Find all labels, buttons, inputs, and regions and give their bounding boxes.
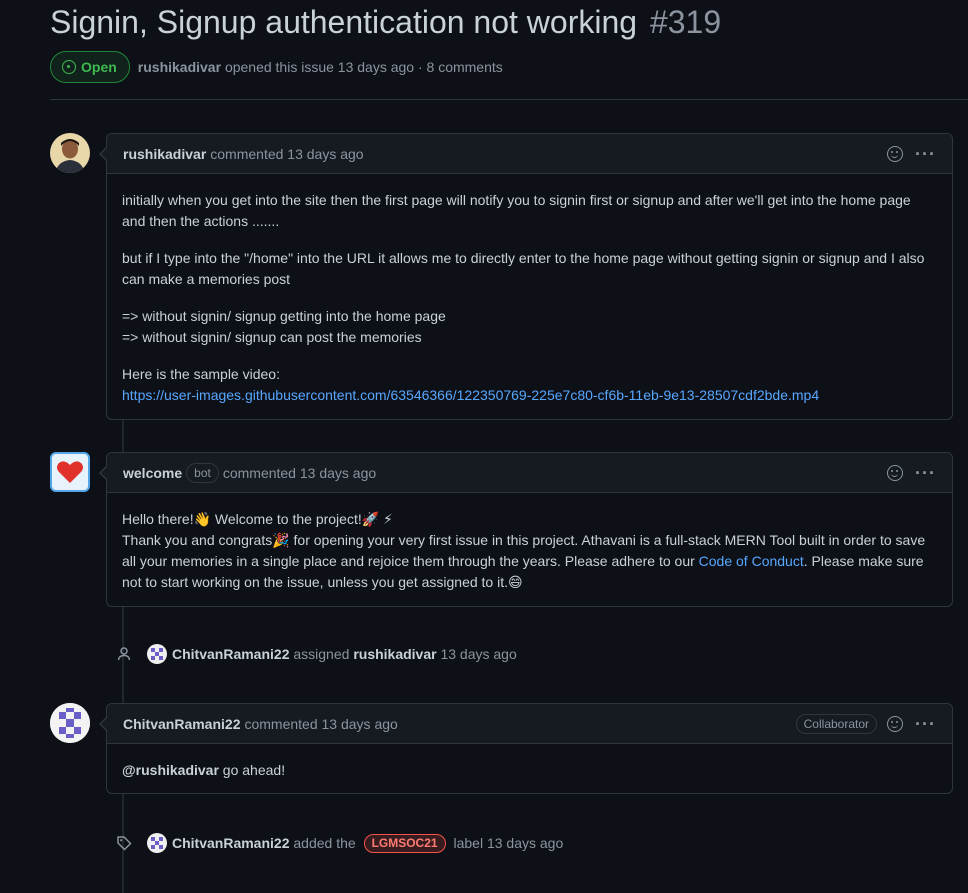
comment-line: go ahead! [218,762,286,778]
avatar-welcome-bot[interactable] [50,452,90,492]
comment-paragraph: Here is the sample video: https://user-i… [122,364,937,406]
add-reaction-icon[interactable] [887,715,904,732]
more-options-icon[interactable]: ··· [915,715,936,733]
event-actor[interactable]: ChitvanRamani22 [172,646,289,662]
avatar-chitvanramani22-small[interactable] [147,833,167,853]
assigned-event: ChitvanRamani22 assigned rushikadivar 13… [115,644,517,664]
issue-opened-icon [62,60,76,74]
avatar-rushikadivar[interactable] [50,133,90,173]
comment-timestamp[interactable]: commented 13 days ago [210,146,363,162]
comment-line: Here is the sample video: [122,366,280,382]
issue-meta: Open rushikadivar opened this issue 13 d… [50,51,503,83]
person-icon [115,646,133,662]
state-badge: Open [50,51,130,83]
header-divider [50,99,968,100]
event-verb: assigned [293,646,350,662]
comment-line: => without signin/ signup can post the m… [122,329,422,345]
tag-icon [115,835,133,851]
event-verb: added the [293,835,356,851]
comment-rushikadivar: rushikadivar commented 13 days ago ··· i… [99,133,953,420]
event-time[interactable]: 13 days ago [487,835,563,851]
avatar-chitvanramani22-small[interactable] [147,644,167,664]
timeline-line [122,420,124,454]
comment-header: ChitvanRamani22 commented 13 days ago Co… [107,704,952,744]
user-mention[interactable]: @rushikadivar [122,762,219,778]
comment-author[interactable]: ChitvanRamani22 [123,716,240,732]
label-lgmsoc21[interactable]: LGMSOC21 [363,833,446,853]
more-options-icon[interactable]: ··· [915,464,936,482]
comment-line: => without signin/ signup getting into t… [122,308,446,324]
comment-paragraph: Hello there!👋 Welcome to the project!🚀 ⚡… [122,509,937,593]
video-link[interactable]: https://user-images.githubusercontent.co… [122,387,819,403]
comment-paragraph: but if I type into the "/home" into the … [122,250,925,287]
comment-author[interactable]: welcome [123,465,182,481]
add-reaction-icon[interactable] [887,464,904,481]
issue-number: #319 [649,4,722,40]
comment-timestamp[interactable]: commented 13 days ago [244,716,397,732]
comment-paragraph: initially when you get into the site the… [122,192,911,229]
comment-line: Hello there!👋 Welcome to the project!🚀 ⚡ [122,511,393,527]
labeled-event: ChitvanRamani22 added the LGMSOC21 label… [115,833,563,853]
comment-timestamp[interactable]: commented 13 days ago [223,465,376,481]
issue-title-text: Signin, Signup authentication not workin… [50,4,638,40]
comment-header: rushikadivar commented 13 days ago ··· [107,134,952,174]
comment-author[interactable]: rushikadivar [123,146,206,162]
issue-opened-text: opened this issue 13 days ago · 8 commen… [224,59,503,75]
event-actor[interactable]: ChitvanRamani22 [172,835,289,851]
comment-header: welcome bot commented 13 days ago ··· [107,453,952,493]
event-suffix: label [453,835,484,851]
comment-body: Hello there!👋 Welcome to the project!🚀 ⚡… [107,493,952,607]
issue-title: Signin, Signup authentication not workin… [50,4,721,41]
collaborator-badge: Collaborator [795,713,878,734]
issue-author-link[interactable]: rushikadivar [138,59,221,75]
state-label: Open [81,59,117,75]
event-time[interactable]: 13 days ago [440,646,516,662]
more-options-icon[interactable]: ··· [915,145,936,163]
comment-paragraph: @rushikadivar go ahead! [122,760,937,781]
event-target[interactable]: rushikadivar [353,646,436,662]
bot-badge: bot [186,462,219,483]
comment-welcome: welcome bot commented 13 days ago ··· He… [99,452,953,607]
add-reaction-icon[interactable] [887,145,904,162]
comment-body: @rushikadivar go ahead! [107,744,952,795]
heart-icon [57,461,83,483]
code-of-conduct-link[interactable]: Code of Conduct [699,553,804,569]
comment-paragraph: => without signin/ signup getting into t… [122,306,937,348]
avatar-chitvanramani22[interactable] [50,703,90,743]
comment-chitvanramani22: ChitvanRamani22 commented 13 days ago Co… [99,703,953,795]
comment-body: initially when you get into the site the… [107,174,952,420]
